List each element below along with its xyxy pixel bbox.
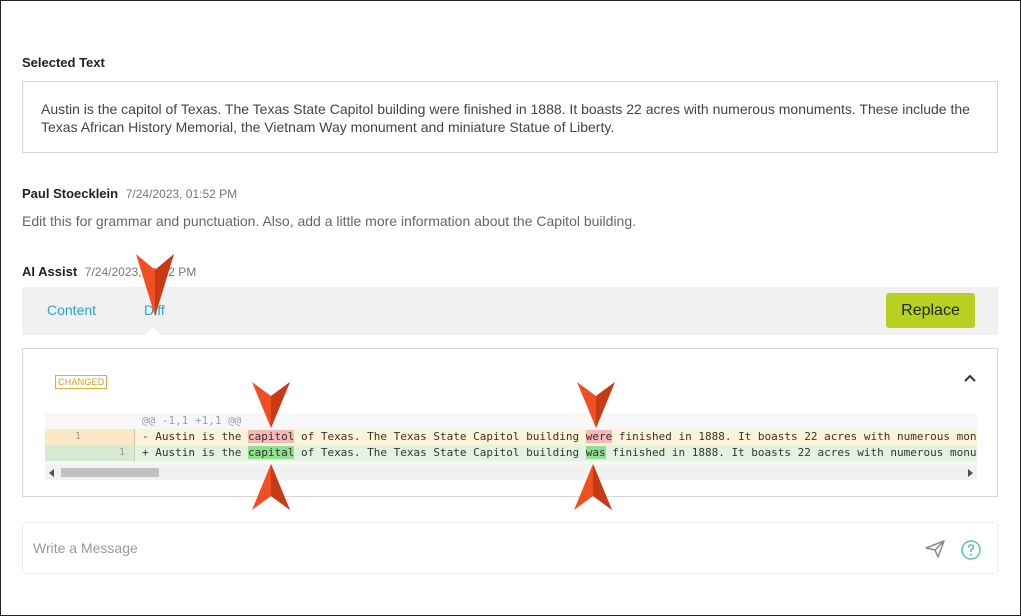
message-composer [22,522,998,574]
removed-line-number: 1 [75,431,82,442]
removed-prefix: - Austin is the [142,430,248,443]
replace-button[interactable]: Replace [886,293,975,328]
annotation-arrow-down-icon [577,382,615,428]
added-middle: of Texas. The Texas State Capitol buildi… [294,446,586,459]
added-suffix: finished in 1888. It boasts 22 acres wit… [605,446,977,459]
annotation-arrow-down-icon [252,382,290,428]
added-prefix: + Austin is the [142,446,248,459]
scrollbar-thumb[interactable] [61,468,159,477]
annotation-arrow-up-icon [252,464,290,510]
scroll-left-arrow-icon[interactable] [49,469,54,477]
diff-panel: CHANGED @@ -1,1 +1,1 @@ 1 - Austin is th… [22,348,998,497]
ai-message-author: AI Assist [22,264,78,279]
removed-line-text: - Austin is the capitol of Texas. The Te… [142,429,977,445]
diff-added-line: 1 + Austin is the capital of Texas. The … [45,445,977,461]
changed-badge: CHANGED [55,375,108,389]
scroll-right-arrow-icon[interactable] [968,469,973,477]
help-icon[interactable] [961,540,981,560]
removed-suffix: finished in 1888. It boasts 22 acres wit… [612,430,977,443]
user-message-header: Paul Stoecklein 7/24/2023, 01:52 PM [22,186,237,201]
selected-text-heading: Selected Text [22,55,105,70]
annotation-arrow-up-icon [574,464,612,510]
user-message-author: Paul Stoecklein [22,186,119,201]
removed-middle: of Texas. The Texas State Capitol buildi… [294,430,586,443]
horizontal-scrollbar[interactable] [45,465,977,480]
hunk-header-text: @@ -1,1 +1,1 @@ [142,414,242,427]
added-line-text: + Austin is the capital of Texas. The Te… [142,445,976,461]
user-message-body: Edit this for grammar and punctuation. A… [22,213,637,229]
diff-removed-line: 1 - Austin is the capitol of Texas. The … [45,429,977,445]
active-tab-indicator [145,327,161,335]
diff-hunk-header: @@ -1,1 +1,1 @@ [45,413,977,429]
added-word-was: was [585,446,606,459]
added-line-gutter: 1 [45,445,135,461]
added-line-number: 1 [119,447,126,458]
diff-code-view: @@ -1,1 +1,1 @@ 1 - Austin is the capito… [45,413,977,480]
tab-content[interactable]: Content [47,302,96,318]
message-input[interactable] [23,523,903,573]
send-icon[interactable] [924,539,946,559]
added-word-capital: capital [247,446,295,459]
removed-word-capitol: capitol [247,430,295,443]
user-message-timestamp: 7/24/2023, 01:52 PM [125,187,238,201]
annotation-arrow-down-icon [136,254,174,316]
chevron-up-icon[interactable] [963,371,977,385]
removed-line-gutter: 1 [45,429,135,445]
removed-word-were: were [585,430,613,443]
selected-text-box: Austin is the capitol of Texas. The Texa… [22,81,998,153]
